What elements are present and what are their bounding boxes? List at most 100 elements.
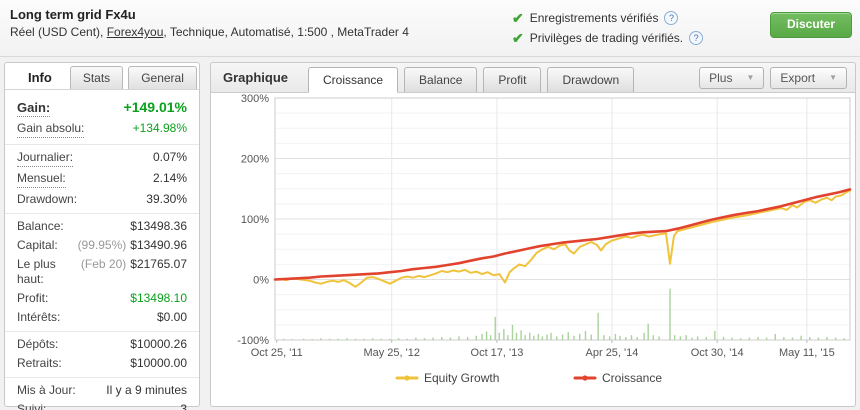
activity-bar [625, 337, 626, 340]
activity-bar [415, 338, 416, 340]
activity-bar [507, 335, 508, 340]
activity-bar [615, 334, 616, 340]
chart-tab-croissance[interactable]: Croissance [308, 67, 398, 93]
activity-bar [647, 324, 648, 340]
stat-row: Suivi:3 [5, 400, 199, 410]
activity-bar [529, 333, 530, 340]
divider [5, 213, 199, 214]
verification-row: ✔Enregistrements vérifiés? [512, 8, 703, 28]
activity-bar [731, 338, 732, 340]
activity-bar [538, 334, 539, 340]
activity-bar [424, 338, 425, 340]
stat-row: Journalier:0.07% [5, 148, 199, 169]
subtitle-post: , Technique, Automatisé, 1:500 , MetaTra… [163, 25, 408, 39]
stat-row: Balance:$13498.36 [5, 217, 199, 236]
activity-bar [363, 339, 364, 340]
activity-bar [591, 335, 592, 340]
activity-bar [542, 336, 543, 340]
activity-bar [329, 339, 330, 340]
stat-value: 2.14% [153, 171, 187, 186]
stats-sidebar: InfoStatsGeneral Gain:+149.01%Gain absol… [4, 62, 200, 407]
activity-bar [783, 337, 784, 340]
activity-bar [516, 333, 517, 340]
help-icon[interactable]: ? [664, 11, 678, 25]
activity-bar [603, 335, 604, 340]
y-axis-label: 300% [241, 93, 269, 105]
activity-bar [562, 335, 563, 340]
chart-toolbar: Plus▼ Export▼ [699, 67, 847, 89]
button-label: Plus [709, 71, 732, 85]
stat-row: Mensuel:2.14% [5, 169, 199, 190]
activity-bar [844, 338, 845, 340]
stat-label: Balance: [17, 219, 64, 234]
export-dropdown-button[interactable]: Export▼ [770, 67, 847, 89]
activity-bar [653, 335, 654, 340]
stat-label: Capital: [17, 238, 58, 253]
divider [5, 331, 199, 332]
activity-bar [312, 339, 313, 340]
activity-bar [631, 335, 632, 340]
activity-bar [283, 339, 284, 340]
legend-marker-dot [404, 375, 409, 380]
chart-panel-label: Graphique [223, 64, 288, 92]
y-axis-label: -100% [237, 335, 269, 347]
broker-link[interactable]: Forex4you [107, 25, 164, 39]
stat-row: Mis à Jour: Il y a 9 minutes [5, 381, 199, 400]
plus-dropdown-button[interactable]: Plus▼ [699, 67, 764, 89]
activity-bar [398, 338, 399, 340]
activity-bar [503, 329, 504, 340]
discuss-button[interactable]: Discuter [770, 12, 852, 38]
chart-tab-drawdown[interactable]: Drawdown [547, 67, 634, 92]
activity-bar [556, 336, 557, 340]
chart-tab-profit[interactable]: Profit [483, 67, 541, 92]
activity-bar [495, 317, 496, 340]
activity-bar [674, 335, 675, 340]
activity-bar [441, 337, 442, 340]
activity-bar [643, 333, 644, 340]
activity-bar [609, 336, 610, 340]
stat-label: Journalier: [17, 150, 73, 167]
stat-value: +149.01% [124, 100, 187, 115]
activity-bar [486, 332, 487, 340]
activity-bar [372, 338, 373, 340]
x-axis-label: May 11, '15 [779, 347, 835, 359]
activity-bar [585, 331, 586, 340]
stat-value: $10000.00 [130, 356, 187, 371]
activity-bar [458, 336, 459, 340]
activity-bar [706, 337, 707, 340]
stat-row: Intérêts: $0.00 [5, 308, 199, 327]
x-axis-label: Oct 25, '11 [251, 347, 303, 359]
chart-tab-balance[interactable]: Balance [404, 67, 477, 92]
stat-label: Profit: [17, 291, 48, 306]
account-header: Long term grid Fx4u Réel (USD Cent), For… [0, 0, 860, 57]
activity-bar [303, 339, 304, 340]
stat-label: Drawdown: [17, 192, 77, 207]
activity-bar [432, 338, 433, 340]
stat-label: Mis à Jour: [17, 383, 76, 398]
verification-label: Enregistrements vérifiés [530, 11, 659, 25]
activity-bar [637, 337, 638, 340]
sidebar-tab-stats[interactable]: Stats [70, 66, 123, 89]
activity-bar [658, 336, 659, 340]
stats-list: Gain:+149.01%Gain absolu:+134.98%Journal… [5, 90, 199, 410]
activity-bar [723, 337, 724, 340]
stat-value: $10000.26 [130, 337, 187, 352]
sidebar-tab-info[interactable]: Info [15, 65, 65, 89]
x-axis-label: Oct 30, '14 [691, 347, 744, 359]
stat-value: $0.00 [157, 310, 187, 325]
legend-label: Equity Growth [424, 371, 499, 385]
activity-bar [512, 325, 513, 340]
activity-bar [619, 336, 620, 340]
stat-row: Dépôts:$10000.26 [5, 335, 199, 354]
sidebar-tab-general[interactable]: General [128, 66, 197, 89]
x-axis-label: Apr 25, '14 [586, 347, 639, 359]
activity-bar [809, 337, 810, 340]
subtitle-pre: Réel (USD Cent), [10, 25, 107, 39]
stat-value: $13498.10 [130, 291, 187, 306]
stat-label[interactable]: Suivi: [17, 402, 46, 410]
activity-bar [476, 336, 477, 340]
help-icon[interactable]: ? [689, 31, 703, 45]
stat-value: Il y a 9 minutes [106, 383, 187, 398]
stat-row: Drawdown:39.30% [5, 190, 199, 209]
stat-label: Intérêts: [17, 310, 60, 325]
